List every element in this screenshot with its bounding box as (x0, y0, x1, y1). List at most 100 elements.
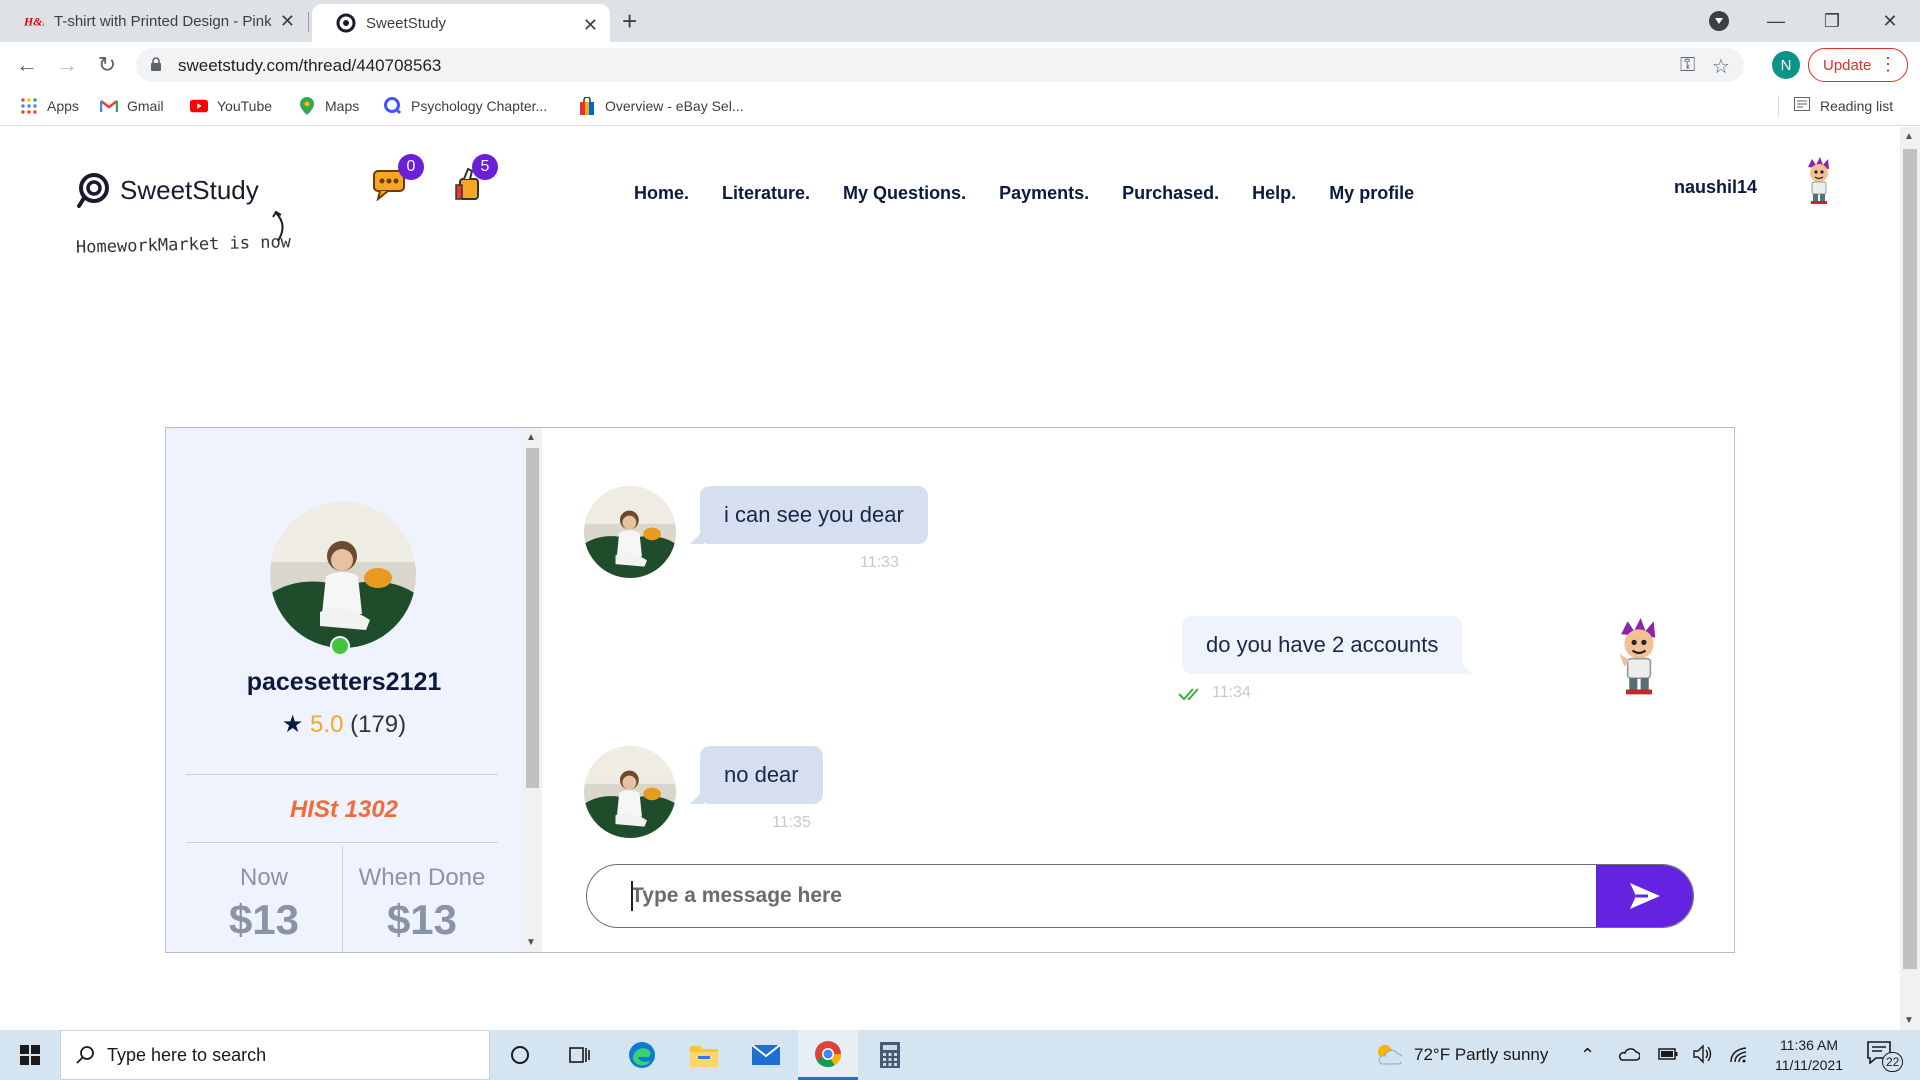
bookmark-maps[interactable]: Maps (298, 97, 359, 115)
sidebar-scrollbar[interactable]: ▲ ▼ (522, 428, 542, 952)
bookmark-gmail[interactable]: Gmail (100, 97, 164, 115)
reading-list-button[interactable]: Reading list (1778, 95, 1894, 117)
tutor-username[interactable]: pacesetters2121 (166, 668, 522, 697)
price-when-done: When Done $13 (344, 864, 500, 944)
scroll-down-icon[interactable]: ▼ (1904, 1015, 1914, 1026)
folder-icon (690, 1046, 718, 1067)
course-code: HISt 1302 (289, 796, 399, 823)
scrollbar-thumb[interactable] (1903, 149, 1917, 969)
reload-icon[interactable]: ↻ (92, 50, 122, 80)
key-icon[interactable]: ⚿ (1680, 54, 1695, 77)
nav-payments[interactable]: Payments. (999, 183, 1089, 204)
wifi-icon[interactable] (1728, 1044, 1750, 1064)
tab-divider (308, 12, 309, 32)
task-view-button[interactable] (550, 1030, 610, 1080)
notifications-button[interactable]: 5 (454, 154, 498, 208)
scroll-up-icon[interactable]: ▲ (526, 432, 536, 443)
price-now-label: Now (239, 864, 288, 891)
messages-button[interactable]: 0 (372, 154, 424, 206)
nav-home[interactable]: Home. (634, 183, 689, 204)
chrome-taskbar-icon[interactable] (798, 1030, 858, 1080)
sweetstudy-icon (336, 13, 356, 33)
bookmark-star-icon[interactable]: ☆ (1712, 54, 1730, 79)
close-tab-icon[interactable]: ✕ (583, 16, 598, 34)
update-label: Update (1823, 56, 1872, 74)
tutor-photo-image (270, 502, 416, 648)
edge-taskbar-icon[interactable] (612, 1030, 672, 1080)
close-window-button[interactable]: ✕ (1862, 0, 1918, 42)
action-center-button[interactable]: 22 (1866, 1040, 1906, 1072)
tab-hm[interactable]: H&M T-shirt with Printed Design - Pink ✕ (0, 0, 307, 42)
scroll-up-icon[interactable]: ▲ (1904, 131, 1914, 142)
bookmark-label: Apps (47, 98, 79, 114)
tab-sweetstudy[interactable]: SweetStudy ✕ (312, 4, 610, 42)
weather-text[interactable]: 72°F Partly sunny (1414, 1045, 1548, 1065)
gmail-icon (100, 97, 118, 115)
online-status-dot (330, 636, 350, 656)
bookmark-ebay[interactable]: Overview - eBay Sel... (578, 97, 744, 115)
bookmark-label: Gmail (127, 98, 164, 114)
new-tab-button[interactable]: + (622, 8, 637, 34)
send-button[interactable] (1596, 865, 1693, 927)
tray-chevron-icon[interactable]: ⌃ (1580, 1045, 1595, 1066)
start-button[interactable] (0, 1030, 60, 1080)
page-scrollbar[interactable]: ▲ ▼ (1900, 127, 1920, 1030)
minimize-button[interactable]: — (1748, 0, 1804, 42)
nav-my-questions[interactable]: My Questions. (843, 183, 966, 204)
file-explorer-taskbar-icon[interactable] (674, 1030, 734, 1080)
back-icon[interactable]: ← (12, 50, 42, 80)
user-avatar[interactable] (1804, 157, 1834, 205)
chat-panel: pacesetters2121 ★ 5.0 (179) HISt 1302 No… (165, 427, 1735, 953)
nav-literature[interactable]: Literature. (722, 183, 810, 204)
svg-text:H&M: H&M (24, 15, 44, 28)
tab-title: SweetStudy (366, 14, 447, 32)
double-check-icon (1178, 688, 1199, 701)
message-time: 11:33 (860, 554, 899, 571)
search-icon (76, 1046, 94, 1064)
tab-search-icon[interactable] (1709, 11, 1729, 31)
restore-button[interactable]: ❐ (1804, 0, 1860, 42)
main-nav: Home. Literature. My Questions. Payments… (634, 183, 1414, 204)
message-bubble-outgoing: do you have 2 accounts (1182, 616, 1473, 674)
tutor-avatar[interactable] (270, 502, 416, 648)
nav-my-profile[interactable]: My profile (1329, 183, 1414, 204)
onedrive-cloud-icon[interactable] (1618, 1047, 1640, 1061)
divider (186, 842, 498, 843)
sweetstudy-logo[interactable]: SweetStudy (76, 172, 259, 208)
scrollbar-thumb[interactable] (526, 448, 539, 788)
tutor-rating: ★ 5.0 (179) (166, 710, 522, 739)
volume-icon[interactable] (1692, 1044, 1714, 1064)
close-tab-icon[interactable]: ✕ (280, 12, 295, 30)
nav-help[interactable]: Help. (1252, 183, 1296, 204)
menu-dots-icon: ⋮ (1879, 54, 1897, 74)
bookmark-apps[interactable]: Apps (20, 97, 79, 115)
calculator-taskbar-icon[interactable] (860, 1030, 920, 1080)
address-bar[interactable]: sweetstudy.com/thread/440708563 ⚿ ☆ (136, 48, 1744, 82)
mail-taskbar-icon[interactable] (736, 1030, 796, 1080)
price-divider (342, 846, 343, 952)
battery-icon[interactable] (1658, 1048, 1678, 1060)
message-input[interactable] (631, 879, 1571, 913)
forward-icon[interactable]: → (52, 50, 82, 80)
reading-list-label: Reading list (1820, 97, 1894, 114)
taskbar-search[interactable]: Type here to search (60, 1030, 490, 1080)
divider (186, 774, 498, 775)
system-clock[interactable]: 11:36 AM 11/11/2021 (1764, 1035, 1854, 1075)
profile-avatar-button[interactable]: N (1772, 51, 1800, 79)
notification-count-badge: 22 (1882, 1052, 1904, 1072)
current-username[interactable]: naushil14 (1674, 177, 1757, 198)
cortana-button[interactable] (490, 1030, 550, 1080)
bookmark-youtube[interactable]: YouTube (190, 97, 272, 115)
send-arrow-icon (1630, 883, 1660, 909)
rating-reviews: (179) (350, 711, 407, 738)
sender-avatar (584, 486, 676, 578)
message-time: 11:34 (1212, 684, 1251, 701)
browser-toolbar: ← → ↻ sweetstudy.com/thread/440708563 ⚿ … (0, 42, 1920, 88)
update-button[interactable]: Update ⋮ (1808, 48, 1908, 82)
mail-icon (751, 1044, 781, 1065)
nav-purchased[interactable]: Purchased. (1122, 183, 1219, 204)
price-now: Now $13 (186, 864, 342, 944)
scroll-down-icon[interactable]: ▼ (526, 937, 536, 948)
bookmark-psychology[interactable]: Psychology Chapter... (384, 97, 547, 115)
message-composer (586, 864, 1694, 928)
